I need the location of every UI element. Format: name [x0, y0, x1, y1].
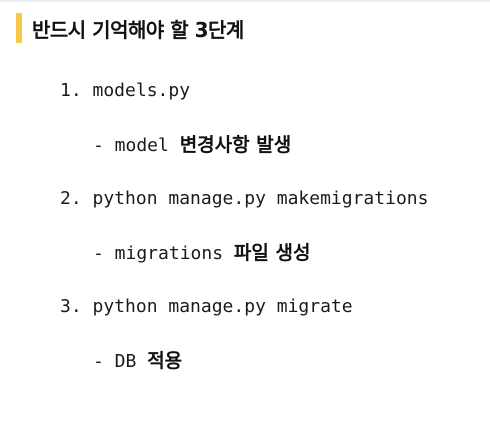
- step-1-command: 1. models.py: [60, 80, 191, 101]
- step-1-detail: - model 변경사항 발생: [93, 132, 291, 159]
- step-3-detail: - DB 적용: [93, 348, 182, 375]
- slide-title: 반드시 기억해야 할 3단계: [32, 17, 244, 42]
- step-3-command: 3. python manage.py migrate: [60, 296, 353, 317]
- step-2-detail-prefix: - migrations: [93, 243, 234, 264]
- step-3-detail-prefix: - DB: [93, 351, 148, 372]
- step-3-detail-ko: 적용: [147, 350, 183, 372]
- step-1-detail-ko: 변경사항 발생: [179, 134, 292, 156]
- heading-accent-bar: [16, 13, 22, 43]
- step-1-detail-prefix: - model: [93, 135, 180, 156]
- slide-heading: 반드시 기억해야 할 3단계: [16, 12, 244, 44]
- step-2-detail-ko: 파일 생성: [233, 242, 311, 264]
- step-2-detail: - migrations 파일 생성: [93, 240, 310, 267]
- top-divider: [0, 0, 490, 2]
- step-2-command: 2. python manage.py makemigrations: [60, 188, 429, 209]
